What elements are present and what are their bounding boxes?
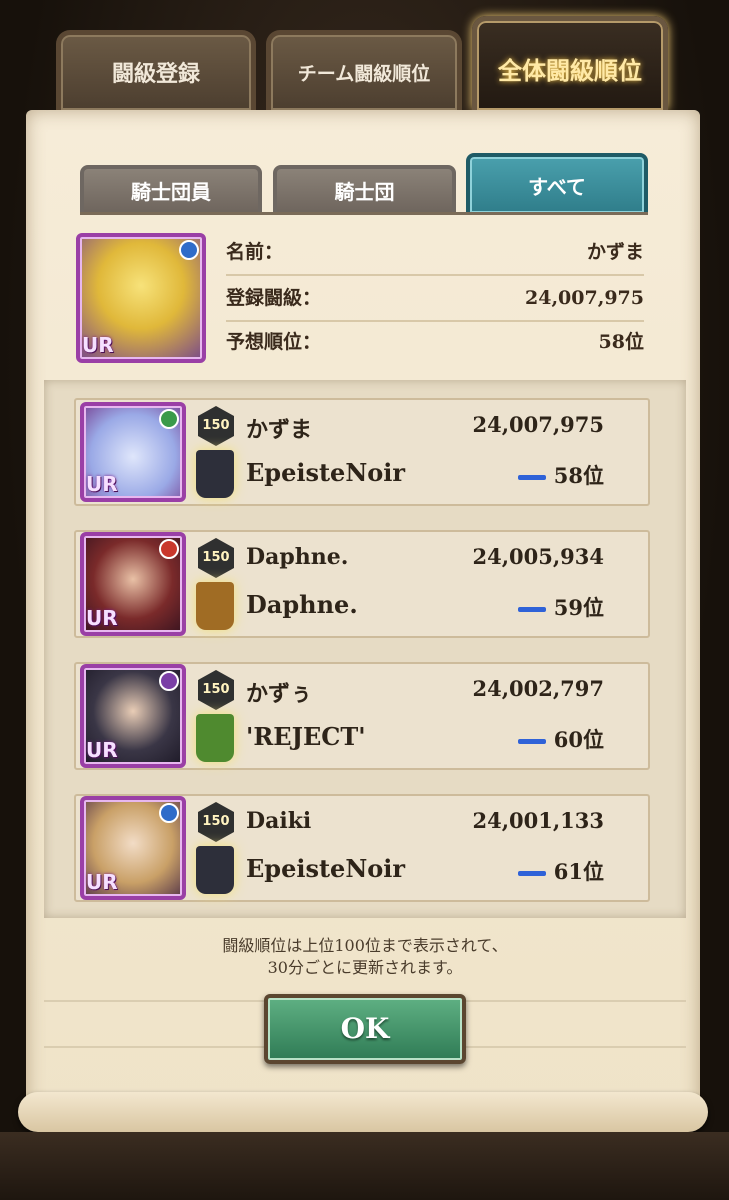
- guild-name: EpeisteNoir: [246, 458, 406, 487]
- my-name-label: 名前：: [226, 241, 284, 263]
- player-name: かずま: [246, 417, 313, 443]
- player-rank-value: 58位: [553, 463, 604, 488]
- level-value: 150: [202, 418, 230, 433]
- ranking-row[interactable]: UR 150 Daiki 24,001,133 EpeisteNoir 61位: [34, 788, 650, 906]
- bottom-frame: [0, 1132, 729, 1200]
- attribute-icon: [159, 803, 179, 823]
- guild-name: EpeisteNoir: [246, 854, 406, 883]
- player-rank: 58位: [517, 460, 604, 490]
- rarity-badge: UR: [86, 606, 118, 630]
- tab-team-ranking[interactable]: チーム闘級順位: [266, 30, 462, 110]
- tab-register[interactable]: 闘級登録: [56, 30, 256, 110]
- guild-banner-icon: [196, 582, 234, 630]
- my-rank-row: 予想順位： 58位: [226, 320, 644, 364]
- guild-banner-icon: [196, 714, 234, 762]
- rarity-badge: UR: [86, 738, 118, 762]
- attribute-icon: [159, 671, 179, 691]
- rank-change-icon: [517, 871, 546, 876]
- my-rank-label: 予想順位：: [226, 331, 322, 353]
- subtab-all[interactable]: すべて: [466, 153, 648, 213]
- subtab-all-label: すべて: [528, 175, 586, 199]
- player-avatar[interactable]: UR: [80, 402, 186, 502]
- guild-name: 'REJECT': [246, 722, 366, 751]
- my-name-row: 名前： かずま: [226, 230, 644, 276]
- subtab-members[interactable]: 騎士団員: [80, 165, 262, 213]
- ranking-row[interactable]: UR 150 Daphne. 24,005,934 Daphne. 59位: [34, 524, 650, 642]
- my-avatar[interactable]: UR: [76, 233, 206, 363]
- my-power-row: 登録闘級： 24,007,975: [226, 276, 644, 322]
- level-value: 150: [202, 814, 230, 829]
- tab-team-ranking-label: チーム闘級順位: [297, 63, 431, 85]
- rank-change-icon: [517, 475, 546, 480]
- player-name: Daiki: [246, 808, 312, 834]
- subtab-guild-label: 騎士団: [334, 180, 395, 204]
- my-name-value: かずま: [586, 241, 644, 263]
- player-name: かずぅ: [246, 681, 313, 707]
- player-rank-value: 60位: [553, 727, 604, 752]
- player-rank: 61位: [517, 856, 604, 886]
- tab-overall-ranking-label: 全体闘級順位: [498, 56, 642, 85]
- guild-banner-icon: [196, 450, 234, 498]
- attribute-icon: [179, 240, 199, 260]
- subtab-guild[interactable]: 騎士団: [273, 165, 456, 213]
- rarity-badge: UR: [86, 472, 118, 496]
- rarity-badge: UR: [82, 333, 114, 357]
- player-score: 24,007,975: [472, 412, 604, 437]
- ok-button-label: OK: [340, 1012, 390, 1045]
- scroll-roll: [18, 1092, 708, 1132]
- tab-register-label: 闘級登録: [111, 61, 200, 87]
- guild-banner-icon: [196, 846, 234, 894]
- my-power-label: 登録闘級：: [226, 287, 322, 309]
- ranking-row[interactable]: UR 150 かずま 24,007,975 EpeisteNoir 58位: [34, 392, 650, 510]
- player-avatar[interactable]: UR: [80, 664, 186, 768]
- player-name: Daphne.: [246, 544, 349, 570]
- player-avatar[interactable]: UR: [80, 796, 186, 900]
- tab-overall-ranking[interactable]: 全体闘級順位: [472, 16, 668, 110]
- ok-button[interactable]: OK: [264, 994, 466, 1064]
- ranking-note-line1: 闘級順位は上位100位まで表示されて、: [222, 936, 508, 955]
- player-avatar[interactable]: UR: [80, 532, 186, 636]
- player-rank-value: 61位: [553, 859, 604, 884]
- guild-name: Daphne.: [246, 590, 358, 619]
- subtab-divider: [80, 212, 648, 215]
- player-rank: 59位: [517, 592, 604, 622]
- level-value: 150: [202, 682, 230, 697]
- rarity-badge: UR: [86, 870, 118, 894]
- attribute-icon: [159, 409, 179, 429]
- player-score: 24,002,797: [472, 676, 604, 701]
- ranking-row[interactable]: UR 150 かずぅ 24,002,797 'REJECT' 60位: [34, 656, 650, 774]
- ranking-note-line2: 30分ごとに更新されます。: [267, 958, 463, 977]
- player-rank: 60位: [517, 724, 604, 754]
- rank-change-icon: [517, 607, 546, 612]
- my-power-value: 24,007,975: [525, 287, 644, 309]
- my-rank-value: 58位: [598, 331, 644, 353]
- player-score: 24,005,934: [472, 544, 604, 569]
- player-rank-value: 59位: [553, 595, 604, 620]
- attribute-icon: [159, 539, 179, 559]
- subtab-members-label: 騎士団員: [131, 180, 211, 204]
- ranking-note: 闘級順位は上位100位まで表示されて、 30分ごとに更新されます。: [120, 935, 610, 979]
- rank-change-icon: [517, 739, 546, 744]
- player-score: 24,001,133: [472, 808, 604, 833]
- level-value: 150: [202, 550, 230, 565]
